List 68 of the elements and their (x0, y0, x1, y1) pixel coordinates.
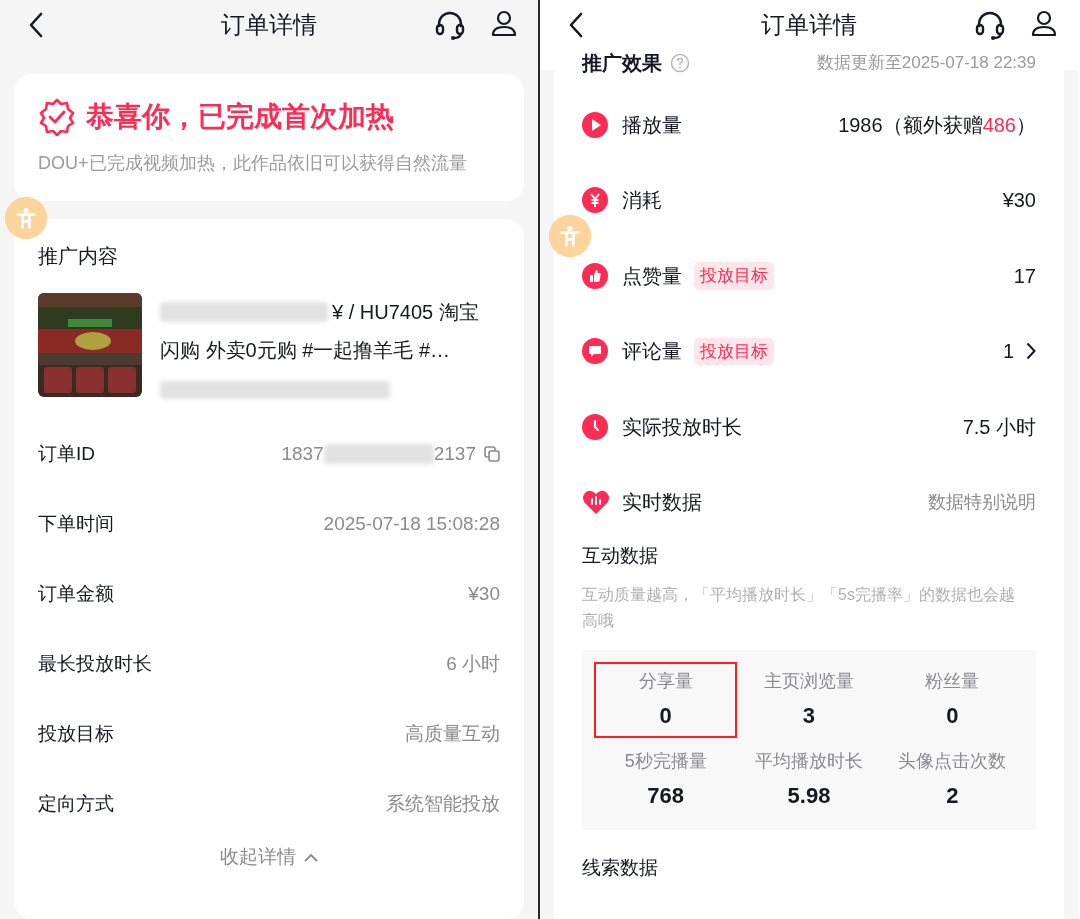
metric-value: 17 (1013, 263, 1036, 289)
video-title: ¥ / HU7405 淘宝 (332, 300, 479, 325)
metric-value: 1986（额外获赠486） (838, 112, 1036, 138)
caret-up-icon (304, 852, 318, 862)
headset-icon[interactable] (434, 9, 466, 41)
detail-value: 2137 (433, 441, 476, 466)
user-icon[interactable] (1030, 10, 1058, 38)
metric-value: 7.5 小时 (962, 414, 1036, 440)
stat-value: 3 (802, 702, 816, 730)
detail-value: 高质量互动 (405, 721, 500, 746)
back-icon[interactable] (568, 12, 584, 38)
metric-value: 1 (1002, 339, 1014, 365)
stat-label: 分享量 (638, 670, 693, 693)
yen-icon (582, 187, 608, 214)
success-title: 恭喜你，已完成首次加热 (86, 100, 394, 134)
stat-label: 粉丝量 (925, 670, 980, 693)
stat-label: 主页浏览量 (764, 670, 854, 693)
goal-tag: 投放目标 (694, 262, 774, 290)
stat-label: 平均播放时长 (755, 750, 863, 773)
heart-chart-icon (582, 489, 610, 515)
stat-value: 2 (946, 782, 959, 810)
detail-label: 下单时间 (38, 511, 114, 536)
collapse-button[interactable]: 收起详情 (220, 843, 318, 872)
metric-label: 实际投放时长 (622, 414, 742, 440)
comment-icon (582, 338, 608, 365)
verified-badge-icon (38, 98, 76, 136)
success-description: DOU+已完成视频加热，此作品依旧可以获得自然流量 (38, 152, 468, 175)
copy-icon[interactable] (484, 446, 500, 462)
stat-label: 头像点击次数 (898, 750, 1007, 773)
clock-icon (582, 413, 608, 440)
play-icon (582, 111, 608, 138)
detail-label: 订单ID (38, 441, 95, 466)
metric-label: 实时数据 (622, 490, 702, 515)
update-time: 数据更新至2025-07-18 22:39 (816, 52, 1036, 75)
page-title: 订单详情 (761, 10, 857, 40)
section-heading: 推广效果 (582, 51, 662, 76)
detail-label: 订单金额 (38, 581, 114, 606)
chevron-right-icon[interactable] (1026, 342, 1036, 361)
metric-value: ¥30 (1002, 188, 1036, 214)
stat-value: 0 (946, 702, 959, 730)
metric-label: 播放量 (622, 112, 682, 138)
like-icon (582, 262, 608, 289)
detail-label: 定向方式 (38, 791, 114, 816)
interaction-description: 互动质量越高，「平均播放时长」「5s完播率」的数据也会越高哦 (582, 585, 1016, 631)
detail-value: 1837 (281, 441, 324, 466)
section-heading: 线索数据 (582, 856, 659, 880)
stat-value: 768 (647, 782, 684, 810)
detail-value: 2025-07-18 15:08:28 (323, 511, 500, 536)
page-title: 订单详情 (221, 10, 317, 40)
detail-value: 6 小时 (446, 651, 500, 676)
metric-label: 点赞量 (622, 263, 682, 289)
headset-icon[interactable] (974, 9, 1006, 41)
data-notes-link[interactable]: 数据特别说明 (928, 488, 1036, 516)
section-heading: 推广内容 (38, 244, 119, 269)
video-title: 闪购 外卖0元购 #一起撸羊毛 #… (160, 338, 452, 363)
detail-value: ¥30 (468, 581, 500, 606)
goal-tag: 投放目标 (694, 337, 774, 365)
stat-value: 0 (659, 702, 672, 730)
metric-label: 消耗 (622, 188, 662, 214)
stat-value: 5.98 (787, 782, 831, 810)
detail-label: 最长投放时长 (38, 651, 152, 676)
stat-label: 5秒完播量 (624, 750, 707, 773)
detail-label: 投放目标 (38, 721, 114, 746)
metric-label: 评论量 (622, 339, 682, 365)
back-icon[interactable] (28, 12, 44, 38)
section-heading: 互动数据 (582, 543, 659, 568)
user-icon[interactable] (490, 10, 518, 38)
detail-value: 系统智能投放 (386, 791, 500, 816)
